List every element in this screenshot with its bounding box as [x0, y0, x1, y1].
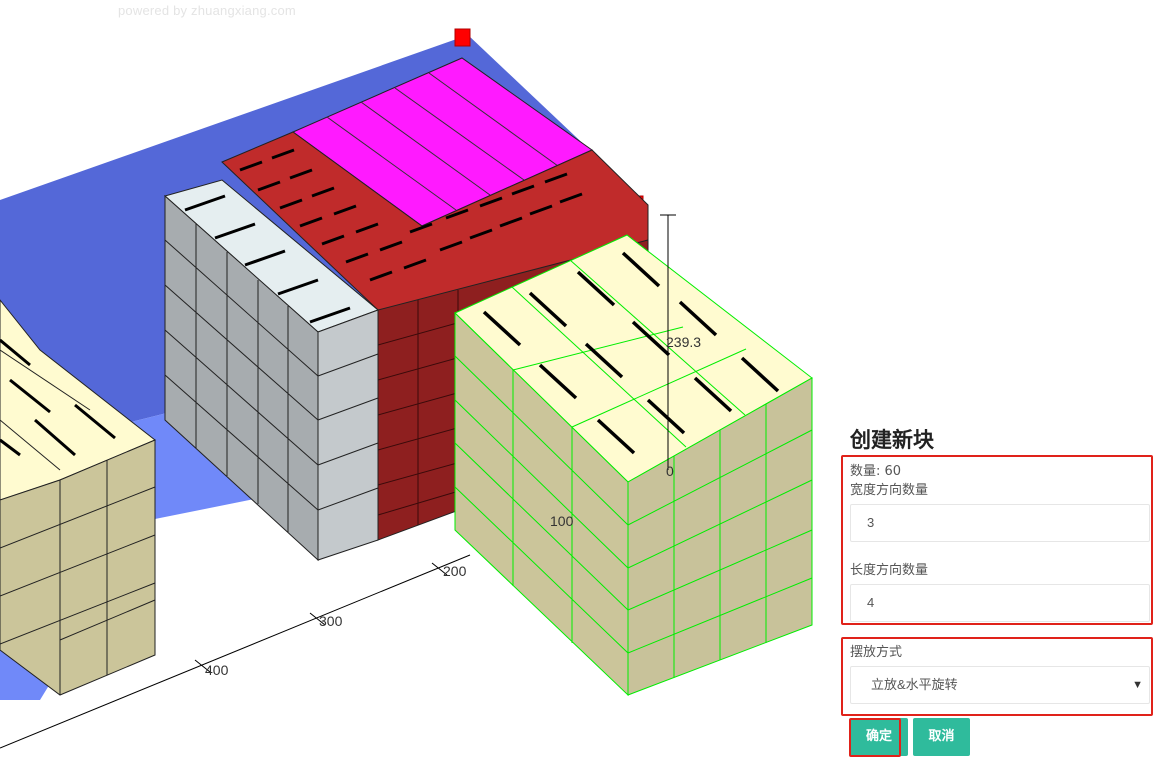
placement-select-value: 立放&水平旋转: [871, 677, 958, 692]
dimension-label-height: 239.3: [666, 334, 702, 350]
cancel-button[interactable]: 取消: [913, 718, 970, 756]
axis-tick-label: 200: [443, 563, 467, 579]
axis-tick-label: 300: [319, 613, 343, 629]
create-block-dialog: 创建新块 数量: 60 宽度方向数量 3 长度方向数量 4 摆放方式 立放&水平…: [838, 420, 1156, 766]
watermark-text: powered by zhuangxiang.com: [118, 3, 296, 18]
placement-select[interactable]: 立放&水平旋转 ▼: [850, 666, 1150, 704]
length-count-label: 长度方向数量: [850, 563, 929, 578]
corner-marker[interactable]: [454, 28, 471, 47]
dialog-title: 创建新块: [850, 428, 934, 452]
width-count-label: 宽度方向数量: [850, 483, 929, 498]
quantity-text: 数量: 60: [850, 464, 902, 479]
dimension-label-width: 100: [550, 513, 574, 529]
dimension-label-zero: 0: [666, 463, 674, 479]
grey-block-front[interactable]: [317, 309, 379, 561]
width-count-input[interactable]: 3: [850, 504, 1150, 542]
placement-label: 摆放方式: [850, 645, 903, 660]
axis-tick-label: 400: [205, 662, 229, 678]
chevron-down-icon: ▼: [1132, 679, 1143, 691]
confirm-highlight-box: [849, 718, 901, 757]
length-count-input[interactable]: 4: [850, 584, 1150, 622]
